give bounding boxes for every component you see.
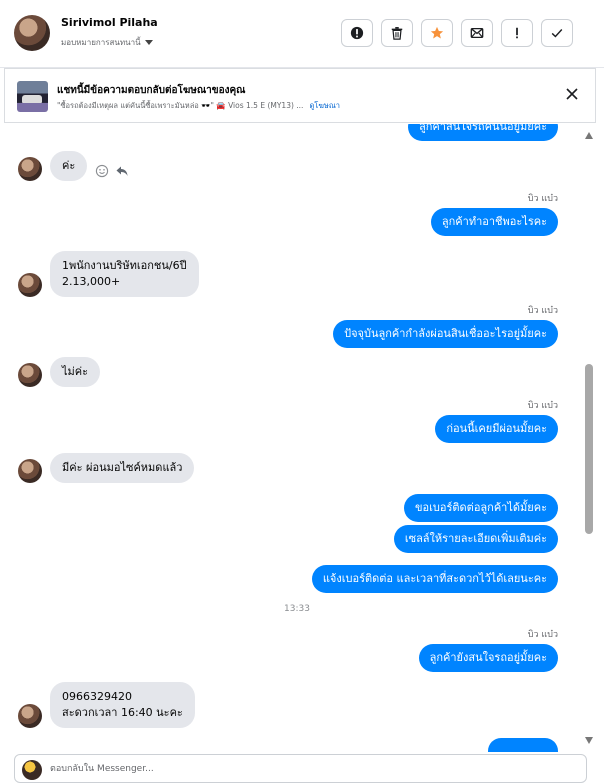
- message-line: สะดวกเวลา 16:40 นะคะ: [62, 706, 183, 719]
- page-avatar: [22, 760, 42, 780]
- sender-label: บิว แบ๋ว: [527, 306, 558, 316]
- ad-banner-subtitle: "ซื้อรถต้องมีเหตุผล แต่คันนี้ซื้อเพราะมั…: [57, 100, 340, 112]
- alert-circle-icon: [350, 26, 364, 40]
- follow-up-button[interactable]: [501, 19, 533, 47]
- view-ad-link[interactable]: ดูโฆษณา: [309, 101, 340, 110]
- message-bubble[interactable]: ลูกค้าสนใจรถคันนี้อยู่มั้ยคะ: [408, 124, 558, 141]
- emoji-reaction-icon[interactable]: [95, 164, 109, 178]
- sender-avatar: [18, 363, 42, 387]
- sender-label: บิว แบ๋ว: [527, 630, 558, 640]
- message-incoming: มีค่ะ ผ่อนมอไซค์หมดแล้ว: [18, 453, 195, 483]
- scrollbar-thumb[interactable]: [585, 364, 593, 534]
- close-icon[interactable]: [565, 87, 579, 101]
- message-bubble[interactable]: แจ้งเบอร์ติดต่อ และเวลาที่สะดวกไว้ได้เลย…: [311, 565, 558, 593]
- message-line: 1พนักงานบริษัทเอกชน/6ปี: [62, 259, 187, 272]
- message-bubble[interactable]: 1พนักงานบริษัทเอกชน/6ปี 2.13,000+: [50, 251, 199, 297]
- report-spam-button[interactable]: [341, 19, 373, 47]
- star-icon: [430, 26, 444, 39]
- message-incoming: 0966329420 สะดวกเวลา 16:40 นะคะ: [18, 682, 195, 728]
- message-line: 0966329420: [62, 690, 132, 703]
- message-bubble[interactable]: 0966329420 สะดวกเวลา 16:40 นะคะ: [50, 682, 195, 728]
- message-bubble[interactable]: ขอเบอร์ติดต่อลูกค้าได้มั้ยคะ: [404, 494, 558, 522]
- trash-icon: [391, 27, 403, 40]
- message-bubble[interactable]: มีค่ะ ผ่อนมอไซค์หมดแล้ว: [50, 453, 195, 483]
- sender-avatar: [18, 273, 42, 297]
- message-bubble[interactable]: ค่ะ: [50, 151, 88, 181]
- message-incoming: ค่ะ: [18, 151, 129, 181]
- thread-scrollbar[interactable]: [582, 124, 596, 752]
- message-outgoing: เซลล์ให้รายละเอียดเพิ่มเติมค่ะ: [393, 525, 558, 553]
- message-outgoing: แจ้งเบอร์ติดต่อ และเวลาที่สะดวกไว้ได้เลย…: [311, 565, 558, 593]
- message-bubble[interactable]: ไม่ค่ะ: [50, 357, 101, 387]
- delete-button[interactable]: [381, 19, 413, 47]
- assign-conversation-dropdown[interactable]: มอบหมายการสนทนานี้: [61, 36, 153, 49]
- message-incoming: ไม่ค่ะ: [18, 357, 101, 387]
- check-icon: [551, 29, 563, 38]
- message-incoming: 1พนักงานบริษัทเอกชน/6ปี 2.13,000+: [18, 251, 199, 297]
- mark-done-button[interactable]: [541, 19, 573, 47]
- conversation-toolbar: [341, 19, 573, 47]
- message-bubble[interactable]: ก่อนนี้เคยมีผ่อนมั้ยคะ: [435, 415, 558, 443]
- message-bubble[interactable]: ลูกค้ายังสนใจรถอยู่มั้ยคะ: [418, 644, 558, 672]
- message-thread[interactable]: ลูกค้าสนใจรถคันนี้อยู่มั้ยคะ ค่ะ บิว แบ๋…: [0, 124, 582, 752]
- ad-thumbnail[interactable]: [17, 81, 48, 112]
- sender-label: บิว แบ๋ว: [527, 401, 558, 411]
- contact-name[interactable]: Sirivimol Pilaha: [61, 16, 158, 29]
- message-outgoing: ขอเบอร์ติดต่อลูกค้าได้มั้ยคะ: [404, 494, 558, 522]
- message-bubble[interactable]: ลูกค้าทำอาชีพอะไรคะ: [430, 208, 558, 236]
- conversation-header: Sirivimol Pilaha มอบหมายการสนทนานี้: [0, 0, 604, 68]
- sender-avatar: [18, 704, 42, 728]
- reply-composer: [14, 754, 587, 783]
- message-outgoing: ลูกค้าสนใจรถคันนี้อยู่มั้ยคะ: [408, 124, 558, 141]
- sender-avatar: [18, 157, 42, 181]
- ad-reply-banner: แชทนี้มีข้อความตอบกลับต่อโฆษณาของคุณ "ซื…: [4, 68, 596, 123]
- star-button[interactable]: [421, 19, 453, 47]
- message-outgoing[interactable]: [488, 738, 558, 752]
- scroll-up-arrow-icon[interactable]: [585, 132, 593, 139]
- sender-label: บิว แบ๋ว: [527, 194, 558, 204]
- message-bubble[interactable]: ปัจจุบันลูกค้ากำลังผ่อนสินเชื่ออะไรอยู่ม…: [333, 320, 558, 348]
- message-outgoing: ลูกค้าทำอาชีพอะไรคะ: [430, 208, 558, 236]
- chevron-down-icon: [144, 40, 153, 45]
- mark-unread-button[interactable]: [461, 19, 493, 47]
- timestamp: 13:33: [284, 604, 310, 614]
- ad-quote: "ซื้อรถต้องมีเหตุผล แต่คันนี้ซื้อเพราะมั…: [57, 101, 304, 110]
- contact-avatar[interactable]: [14, 15, 50, 51]
- message-line: 2.13,000+: [62, 275, 121, 288]
- reply-icon[interactable]: [115, 164, 129, 178]
- message-outgoing: ปัจจุบันลูกค้ากำลังผ่อนสินเชื่ออะไรอยู่ม…: [333, 320, 558, 348]
- scroll-down-arrow-icon[interactable]: [585, 737, 593, 744]
- message-outgoing: ก่อนนี้เคยมีผ่อนมั้ยคะ: [435, 415, 558, 443]
- exclamation-icon: [516, 27, 518, 39]
- reply-input[interactable]: [50, 761, 570, 777]
- message-bubble[interactable]: เซลล์ให้รายละเอียดเพิ่มเติมค่ะ: [393, 525, 558, 553]
- message-outgoing: ลูกค้ายังสนใจรถอยู่มั้ยคะ: [418, 644, 558, 672]
- block-mail-icon: [470, 27, 484, 39]
- sender-avatar: [18, 459, 42, 483]
- message-actions: [95, 164, 129, 178]
- assign-label: มอบหมายการสนทนานี้: [61, 38, 141, 47]
- ad-banner-title: แชทนี้มีข้อความตอบกลับต่อโฆษณาของคุณ: [57, 85, 246, 96]
